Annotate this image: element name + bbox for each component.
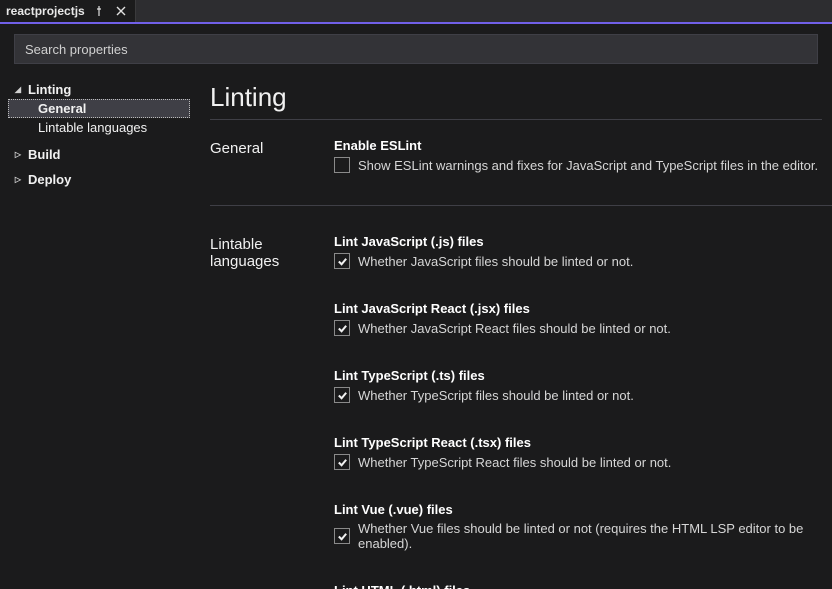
setting-lint-option: Lint Vue (.vue) files Whether Vue files s…: [334, 502, 822, 551]
sidebar-item-build[interactable]: Build: [8, 145, 190, 164]
divider: [210, 119, 822, 120]
setting-description: Show ESLint warnings and fixes for JavaS…: [358, 158, 818, 173]
sidebar-item-linting[interactable]: Linting: [8, 80, 190, 99]
checkbox[interactable]: [334, 387, 350, 403]
close-icon[interactable]: [113, 3, 129, 19]
checkbox[interactable]: [334, 320, 350, 336]
setting-title: Lint HTML (.html) files: [334, 583, 822, 589]
setting-title: Lint TypeScript (.ts) files: [334, 368, 822, 383]
sidebar-item-label: Build: [28, 147, 61, 162]
tab-bar: reactprojectjs: [0, 0, 832, 24]
sidebar-item-general[interactable]: General: [8, 99, 190, 118]
chevron-down-icon: [12, 85, 24, 94]
setting-description: Whether JavaScript React files should be…: [358, 321, 671, 336]
page-title: Linting: [210, 82, 822, 113]
content-panel: Linting General Enable ESLint Show ESLin…: [190, 68, 832, 589]
setting-enable-eslint: Enable ESLint Show ESLint warnings and f…: [334, 138, 822, 173]
section-lintable-languages: Lintable languages Lint JavaScript (.js)…: [210, 234, 822, 589]
checkbox[interactable]: [334, 253, 350, 269]
checkbox[interactable]: [334, 454, 350, 470]
setting-description: Whether JavaScript files should be linte…: [358, 254, 633, 269]
sidebar-item-label: Linting: [28, 82, 71, 97]
sidebar-tree: Linting General Lintable languages Build…: [0, 68, 190, 589]
setting-title: Lint TypeScript React (.tsx) files: [334, 435, 822, 450]
setting-title: Lint Vue (.vue) files: [334, 502, 822, 517]
setting-lint-option: Lint HTML (.html) files: [334, 583, 822, 589]
sidebar-item-deploy[interactable]: Deploy: [8, 170, 190, 189]
search-bar: [0, 24, 832, 68]
sidebar-item-lintable-languages[interactable]: Lintable languages: [8, 118, 190, 137]
checkbox[interactable]: [334, 157, 350, 173]
setting-title: Lint JavaScript React (.jsx) files: [334, 301, 822, 316]
search-input[interactable]: [14, 34, 818, 64]
setting-lint-option: Lint JavaScript (.js) files Whether JavaS…: [334, 234, 822, 269]
sidebar-item-label: Lintable languages: [38, 120, 147, 135]
section-label: General: [210, 138, 310, 224]
section-general: General Enable ESLint Show ESLint warnin…: [210, 138, 822, 224]
setting-description: Whether TypeScript React files should be…: [358, 455, 671, 470]
document-tab[interactable]: reactprojectjs: [0, 0, 136, 22]
setting-title: Enable ESLint: [334, 138, 822, 153]
checkbox[interactable]: [334, 528, 350, 544]
setting-description: Whether Vue files should be linted or no…: [358, 521, 822, 551]
pin-icon[interactable]: [91, 3, 107, 19]
chevron-right-icon: [12, 150, 24, 159]
tab-title: reactprojectjs: [6, 4, 85, 18]
chevron-right-icon: [12, 175, 24, 184]
section-label: Lintable languages: [210, 234, 310, 589]
divider: [210, 205, 832, 206]
setting-lint-option: Lint TypeScript React (.tsx) files Whethe…: [334, 435, 822, 470]
sidebar-item-label: Deploy: [28, 172, 71, 187]
setting-description: Whether TypeScript files should be linte…: [358, 388, 634, 403]
setting-lint-option: Lint TypeScript (.ts) files Whether TypeS…: [334, 368, 822, 403]
sidebar-item-label: General: [38, 101, 86, 116]
setting-lint-option: Lint JavaScript React (.jsx) files Whethe…: [334, 301, 822, 336]
setting-title: Lint JavaScript (.js) files: [334, 234, 822, 249]
